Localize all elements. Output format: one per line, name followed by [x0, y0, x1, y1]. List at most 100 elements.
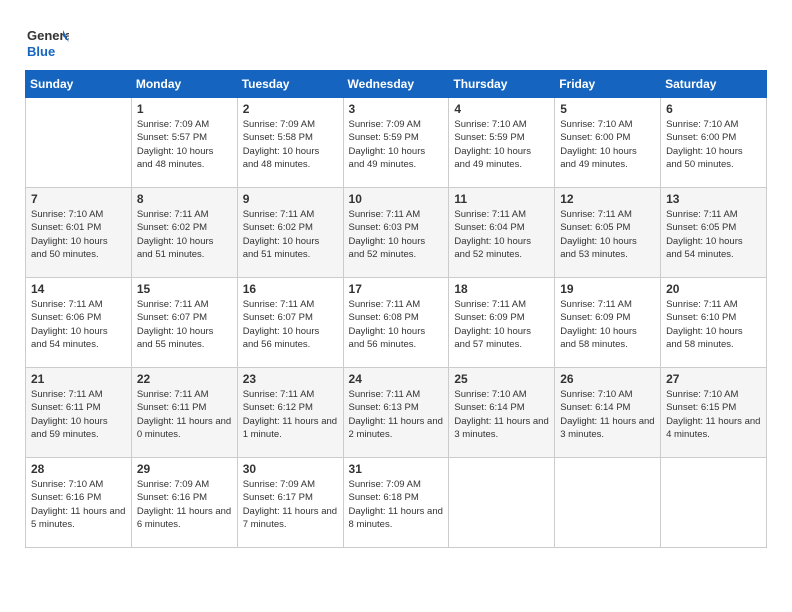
- calendar-cell: 18Sunrise: 7:11 AMSunset: 6:09 PMDayligh…: [449, 278, 555, 368]
- day-info: Sunrise: 7:11 AMSunset: 6:06 PMDaylight:…: [31, 298, 126, 351]
- day-info: Sunrise: 7:11 AMSunset: 6:13 PMDaylight:…: [349, 388, 444, 441]
- day-number: 4: [454, 102, 549, 116]
- day-info: Sunrise: 7:11 AMSunset: 6:11 PMDaylight:…: [137, 388, 232, 441]
- day-number: 23: [243, 372, 338, 386]
- day-info: Sunrise: 7:10 AMSunset: 6:00 PMDaylight:…: [666, 118, 761, 171]
- day-number: 13: [666, 192, 761, 206]
- calendar-week-3: 14 Sunrise: 7:11 AMSunset: 6:06 PMDayligh…: [26, 278, 767, 368]
- calendar-cell: 10 Sunrise: 7:11 AMSunset: 6:03 PMDayligh…: [343, 188, 449, 278]
- day-number: 1: [137, 102, 232, 116]
- day-number: 25: [454, 372, 549, 386]
- calendar-cell: 19Sunrise: 7:11 AMSunset: 6:09 PMDayligh…: [555, 278, 661, 368]
- calendar-cell: 9 Sunrise: 7:11 AMSunset: 6:02 PMDaylight…: [237, 188, 343, 278]
- day-info: Sunrise: 7:10 AMSunset: 6:01 PMDaylight:…: [31, 208, 126, 261]
- svg-text:General: General: [27, 28, 69, 43]
- calendar-cell: [449, 458, 555, 548]
- calendar-cell: 26 Sunrise: 7:10 AMSunset: 6:14 PMDayligh…: [555, 368, 661, 458]
- calendar-cell: 28 Sunrise: 7:10 AMSunset: 6:16 PMDayligh…: [26, 458, 132, 548]
- weekday-header-saturday: Saturday: [661, 71, 767, 98]
- weekday-header-wednesday: Wednesday: [343, 71, 449, 98]
- day-number: 29: [137, 462, 232, 476]
- calendar-week-2: 7 Sunrise: 7:10 AMSunset: 6:01 PMDaylight…: [26, 188, 767, 278]
- calendar-week-1: 1Sunrise: 7:09 AMSunset: 5:57 PMDaylight…: [26, 98, 767, 188]
- day-number: 18: [454, 282, 549, 296]
- day-info: Sunrise: 7:10 AMSunset: 6:14 PMDaylight:…: [454, 388, 549, 441]
- day-number: 17: [349, 282, 444, 296]
- day-number: 3: [349, 102, 444, 116]
- day-info: Sunrise: 7:11 AMSunset: 6:07 PMDaylight:…: [243, 298, 338, 351]
- day-info: Sunrise: 7:10 AMSunset: 6:00 PMDaylight:…: [560, 118, 655, 171]
- day-info: Sunrise: 7:10 AMSunset: 6:15 PMDaylight:…: [666, 388, 761, 441]
- calendar-cell: 11 Sunrise: 7:11 AMSunset: 6:04 PMDayligh…: [449, 188, 555, 278]
- day-number: 2: [243, 102, 338, 116]
- calendar-cell: 29 Sunrise: 7:09 AMSunset: 6:16 PMDayligh…: [131, 458, 237, 548]
- day-number: 6: [666, 102, 761, 116]
- calendar-cell: 13 Sunrise: 7:11 AMSunset: 6:05 PMDayligh…: [661, 188, 767, 278]
- calendar-cell: 3 Sunrise: 7:09 AMSunset: 5:59 PMDaylight…: [343, 98, 449, 188]
- calendar-cell: 8 Sunrise: 7:11 AMSunset: 6:02 PMDaylight…: [131, 188, 237, 278]
- weekday-header-thursday: Thursday: [449, 71, 555, 98]
- day-number: 27: [666, 372, 761, 386]
- day-number: 21: [31, 372, 126, 386]
- calendar-cell: 30Sunrise: 7:09 AMSunset: 6:17 PMDayligh…: [237, 458, 343, 548]
- day-number: 9: [243, 192, 338, 206]
- day-info: Sunrise: 7:11 AMSunset: 6:02 PMDaylight:…: [137, 208, 232, 261]
- day-info: Sunrise: 7:09 AMSunset: 6:18 PMDaylight:…: [349, 478, 444, 531]
- logo-svg: General Blue: [25, 20, 69, 64]
- day-info: Sunrise: 7:11 AMSunset: 6:05 PMDaylight:…: [666, 208, 761, 261]
- day-info: Sunrise: 7:09 AMSunset: 5:58 PMDaylight:…: [243, 118, 338, 171]
- day-number: 28: [31, 462, 126, 476]
- calendar-cell: [26, 98, 132, 188]
- calendar-cell: 27 Sunrise: 7:10 AMSunset: 6:15 PMDayligh…: [661, 368, 767, 458]
- day-number: 26: [560, 372, 655, 386]
- calendar-cell: 24 Sunrise: 7:11 AMSunset: 6:13 PMDayligh…: [343, 368, 449, 458]
- day-number: 10: [349, 192, 444, 206]
- calendar-cell: 2 Sunrise: 7:09 AMSunset: 5:58 PMDaylight…: [237, 98, 343, 188]
- day-info: Sunrise: 7:10 AMSunset: 6:16 PMDaylight:…: [31, 478, 126, 531]
- day-info: Sunrise: 7:11 AMSunset: 6:02 PMDaylight:…: [243, 208, 338, 261]
- day-info: Sunrise: 7:09 AMSunset: 5:59 PMDaylight:…: [349, 118, 444, 171]
- calendar-cell: 22Sunrise: 7:11 AMSunset: 6:11 PMDayligh…: [131, 368, 237, 458]
- day-info: Sunrise: 7:11 AMSunset: 6:03 PMDaylight:…: [349, 208, 444, 261]
- day-number: 11: [454, 192, 549, 206]
- weekday-header-friday: Friday: [555, 71, 661, 98]
- calendar-cell: [661, 458, 767, 548]
- calendar-cell: 12 Sunrise: 7:11 AMSunset: 6:05 PMDayligh…: [555, 188, 661, 278]
- calendar-cell: 23 Sunrise: 7:11 AMSunset: 6:12 PMDayligh…: [237, 368, 343, 458]
- weekday-header-row: SundayMondayTuesdayWednesdayThursdayFrid…: [26, 71, 767, 98]
- day-number: 19: [560, 282, 655, 296]
- calendar-cell: 16 Sunrise: 7:11 AMSunset: 6:07 PMDayligh…: [237, 278, 343, 368]
- day-info: Sunrise: 7:11 AMSunset: 6:08 PMDaylight:…: [349, 298, 444, 351]
- calendar-cell: [555, 458, 661, 548]
- calendar-cell: 20Sunrise: 7:11 AMSunset: 6:10 PMDayligh…: [661, 278, 767, 368]
- day-number: 31: [349, 462, 444, 476]
- calendar-cell: 31 Sunrise: 7:09 AMSunset: 6:18 PMDayligh…: [343, 458, 449, 548]
- calendar-cell: 7 Sunrise: 7:10 AMSunset: 6:01 PMDaylight…: [26, 188, 132, 278]
- calendar-cell: 17 Sunrise: 7:11 AMSunset: 6:08 PMDayligh…: [343, 278, 449, 368]
- day-number: 30: [243, 462, 338, 476]
- logo: General Blue: [25, 20, 69, 64]
- day-number: 16: [243, 282, 338, 296]
- calendar-cell: 4 Sunrise: 7:10 AMSunset: 5:59 PMDaylight…: [449, 98, 555, 188]
- calendar-cell: 1Sunrise: 7:09 AMSunset: 5:57 PMDaylight…: [131, 98, 237, 188]
- day-number: 14: [31, 282, 126, 296]
- day-info: Sunrise: 7:11 AMSunset: 6:05 PMDaylight:…: [560, 208, 655, 261]
- calendar-cell: 5Sunrise: 7:10 AMSunset: 6:00 PMDaylight…: [555, 98, 661, 188]
- day-info: Sunrise: 7:11 AMSunset: 6:12 PMDaylight:…: [243, 388, 338, 441]
- calendar-cell: 6 Sunrise: 7:10 AMSunset: 6:00 PMDaylight…: [661, 98, 767, 188]
- day-info: Sunrise: 7:10 AMSunset: 5:59 PMDaylight:…: [454, 118, 549, 171]
- day-info: Sunrise: 7:11 AMSunset: 6:04 PMDaylight:…: [454, 208, 549, 261]
- day-number: 7: [31, 192, 126, 206]
- day-info: Sunrise: 7:09 AMSunset: 6:16 PMDaylight:…: [137, 478, 232, 531]
- weekday-header-monday: Monday: [131, 71, 237, 98]
- day-info: Sunrise: 7:10 AMSunset: 6:14 PMDaylight:…: [560, 388, 655, 441]
- weekday-header-sunday: Sunday: [26, 71, 132, 98]
- day-info: Sunrise: 7:11 AMSunset: 6:11 PMDaylight:…: [31, 388, 126, 441]
- day-number: 24: [349, 372, 444, 386]
- svg-text:Blue: Blue: [27, 44, 55, 59]
- day-number: 15: [137, 282, 232, 296]
- header: General Blue: [25, 20, 767, 64]
- day-info: Sunrise: 7:11 AMSunset: 6:07 PMDaylight:…: [137, 298, 232, 351]
- day-number: 12: [560, 192, 655, 206]
- day-number: 8: [137, 192, 232, 206]
